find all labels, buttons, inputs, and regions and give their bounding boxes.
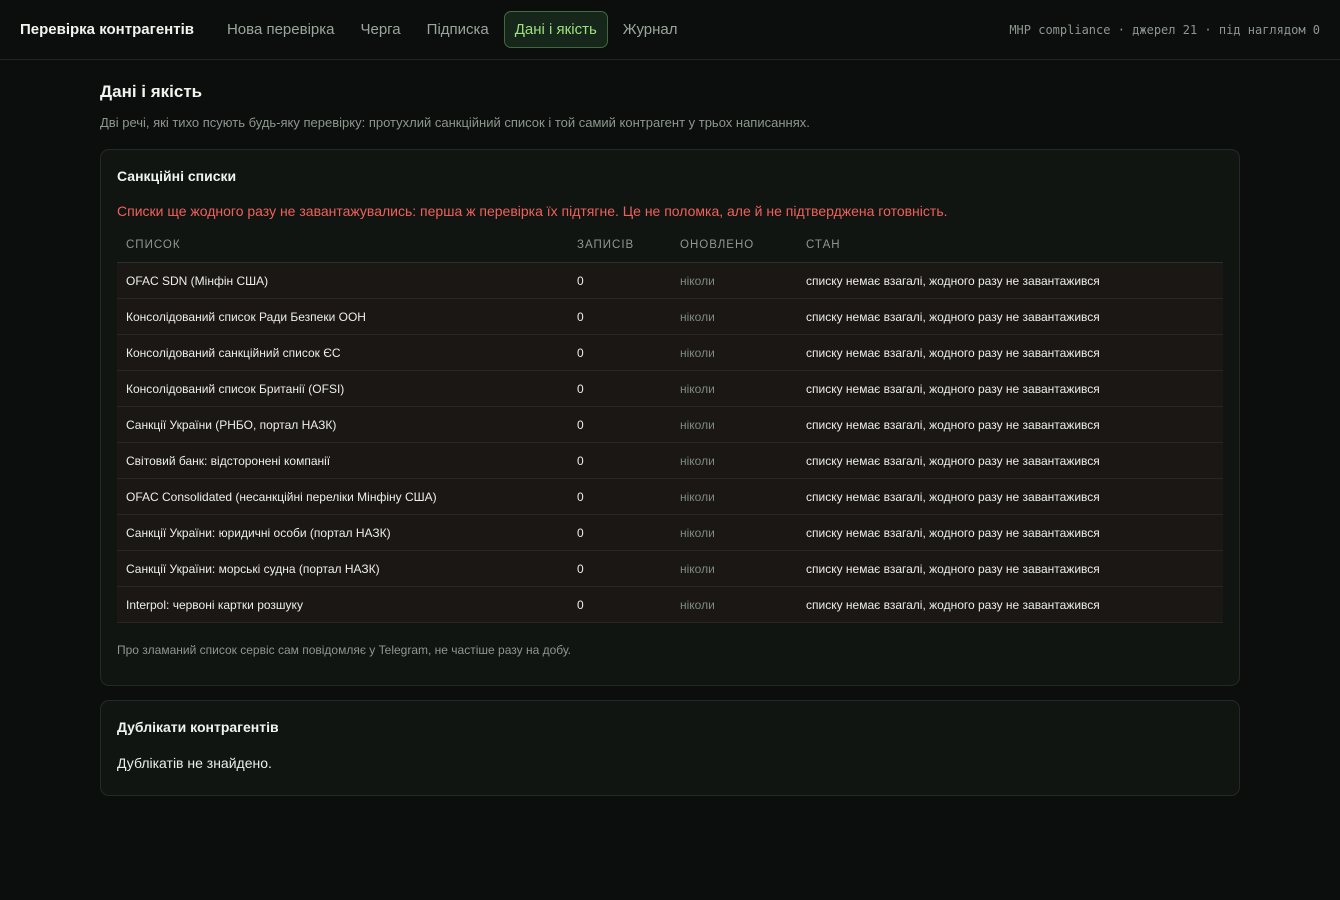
list-name: Санкції України: морські судна (портал Н… bbox=[117, 550, 568, 587]
status-summary: MHP compliance · джерел 21 · під наглядо… bbox=[1009, 22, 1320, 37]
table-row: OFAC SDN (Мінфін США) 0 ніколи списку не… bbox=[117, 262, 1223, 299]
list-name: Консолідований список Ради Безпеки ООН bbox=[117, 298, 568, 335]
records-count: 0 bbox=[568, 442, 671, 479]
list-name: OFAC Consolidated (несанкційні переліки … bbox=[117, 478, 568, 515]
sanctions-title: Санкційні списки bbox=[117, 168, 237, 184]
list-name: Консолідований список Британії (OFSI) bbox=[117, 370, 568, 407]
page-subtitle: Дві речі, які тихо псують будь-яку перев… bbox=[100, 115, 810, 130]
records-count: 0 bbox=[568, 586, 671, 623]
col-state: Стан bbox=[797, 239, 1223, 263]
table-row: Світовий банк: відсторонені компанії 0 н… bbox=[117, 442, 1223, 479]
col-updated: Оновлено bbox=[671, 239, 797, 263]
main-content: Дані і якість Дві речі, які тихо псують … bbox=[100, 60, 1240, 796]
col-records: Записів bbox=[568, 239, 671, 263]
sanctions-footnote: Про зламаний список сервіс сам повідомля… bbox=[117, 643, 571, 657]
sanctions-warning: Списки ще жодного разу не завантажувалис… bbox=[117, 203, 948, 219]
state-value: списку немає взагалі, жодного разу не за… bbox=[797, 442, 1223, 479]
table-row: Консолідований санкційний список ЄС 0 ні… bbox=[117, 334, 1223, 371]
state-value: списку немає взагалі, жодного разу не за… bbox=[797, 406, 1223, 443]
table-row: OFAC Consolidated (несанкційні переліки … bbox=[117, 478, 1223, 515]
table-row: Interpol: червоні картки розшуку 0 нікол… bbox=[117, 586, 1223, 623]
list-name: Світовий банк: відсторонені компанії bbox=[117, 442, 568, 479]
updated-value: ніколи bbox=[671, 514, 797, 551]
records-count: 0 bbox=[568, 550, 671, 587]
records-count: 0 bbox=[568, 334, 671, 371]
list-name: Санкції України: юридичні особи (портал … bbox=[117, 514, 568, 551]
records-count: 0 bbox=[568, 262, 671, 299]
updated-value: ніколи bbox=[671, 406, 797, 443]
top-bar: Перевірка контрагентів Нова перевірка Че… bbox=[0, 0, 1340, 60]
updated-value: ніколи bbox=[671, 334, 797, 371]
records-count: 0 bbox=[568, 406, 671, 443]
main-nav: Нова перевірка Черга Підписка Дані і які… bbox=[216, 11, 689, 48]
state-value: списку немає взагалі, жодного разу не за… bbox=[797, 514, 1223, 551]
updated-value: ніколи bbox=[671, 298, 797, 335]
records-count: 0 bbox=[568, 298, 671, 335]
state-value: списку немає взагалі, жодного разу не за… bbox=[797, 550, 1223, 587]
state-value: списку немає взагалі, жодного разу не за… bbox=[797, 334, 1223, 371]
list-name: OFAC SDN (Мінфін США) bbox=[117, 262, 568, 299]
updated-value: ніколи bbox=[671, 478, 797, 515]
list-name: Санкції України (РНБО, портал НАЗК) bbox=[117, 406, 568, 443]
table-row: Санкції України (РНБО, портал НАЗК) 0 ні… bbox=[117, 406, 1223, 443]
table-header-row: Список Записів Оновлено Стан bbox=[117, 239, 1223, 263]
records-count: 0 bbox=[568, 370, 671, 407]
updated-value: ніколи bbox=[671, 550, 797, 587]
nav-queue[interactable]: Черга bbox=[349, 11, 411, 48]
state-value: списку немає взагалі, жодного разу не за… bbox=[797, 298, 1223, 335]
state-value: списку немає взагалі, жодного разу не за… bbox=[797, 478, 1223, 515]
nav-new-check[interactable]: Нова перевірка bbox=[216, 11, 346, 48]
updated-value: ніколи bbox=[671, 442, 797, 479]
nav-subscription[interactable]: Підписка bbox=[416, 11, 500, 48]
state-value: списку немає взагалі, жодного разу не за… bbox=[797, 370, 1223, 407]
state-value: списку немає взагалі, жодного разу не за… bbox=[797, 586, 1223, 623]
page-title: Дані і якість bbox=[100, 82, 203, 101]
table-row: Консолідований список Ради Безпеки ООН 0… bbox=[117, 298, 1223, 335]
table-row: Санкції України: морські судна (портал Н… bbox=[117, 550, 1223, 587]
sanctions-table: Список Записів Оновлено Стан OFAC SDN (М… bbox=[117, 239, 1223, 623]
nav-data-quality[interactable]: Дані і якість bbox=[503, 11, 608, 48]
app-brand[interactable]: Перевірка контрагентів bbox=[20, 21, 194, 38]
list-name: Консолідований санкційний список ЄС bbox=[117, 334, 568, 371]
nav-journal[interactable]: Журнал bbox=[612, 11, 689, 48]
sanctions-card: Санкційні списки Списки ще жодного разу … bbox=[100, 149, 1240, 686]
updated-value: ніколи bbox=[671, 370, 797, 407]
table-row: Консолідований список Британії (OFSI) 0 … bbox=[117, 370, 1223, 407]
records-count: 0 bbox=[568, 478, 671, 515]
duplicates-empty-text: Дублікатів не знайдено. bbox=[117, 755, 272, 771]
duplicates-title: Дублікати контрагентів bbox=[117, 719, 279, 735]
table-row: Санкції України: юридичні особи (портал … bbox=[117, 514, 1223, 551]
duplicates-card: Дублікати контрагентів Дублікатів не зна… bbox=[100, 700, 1240, 796]
col-list: Список bbox=[117, 239, 568, 263]
list-name: Interpol: червоні картки розшуку bbox=[117, 586, 568, 623]
updated-value: ніколи bbox=[671, 586, 797, 623]
state-value: списку немає взагалі, жодного разу не за… bbox=[797, 262, 1223, 299]
records-count: 0 bbox=[568, 514, 671, 551]
updated-value: ніколи bbox=[671, 262, 797, 299]
